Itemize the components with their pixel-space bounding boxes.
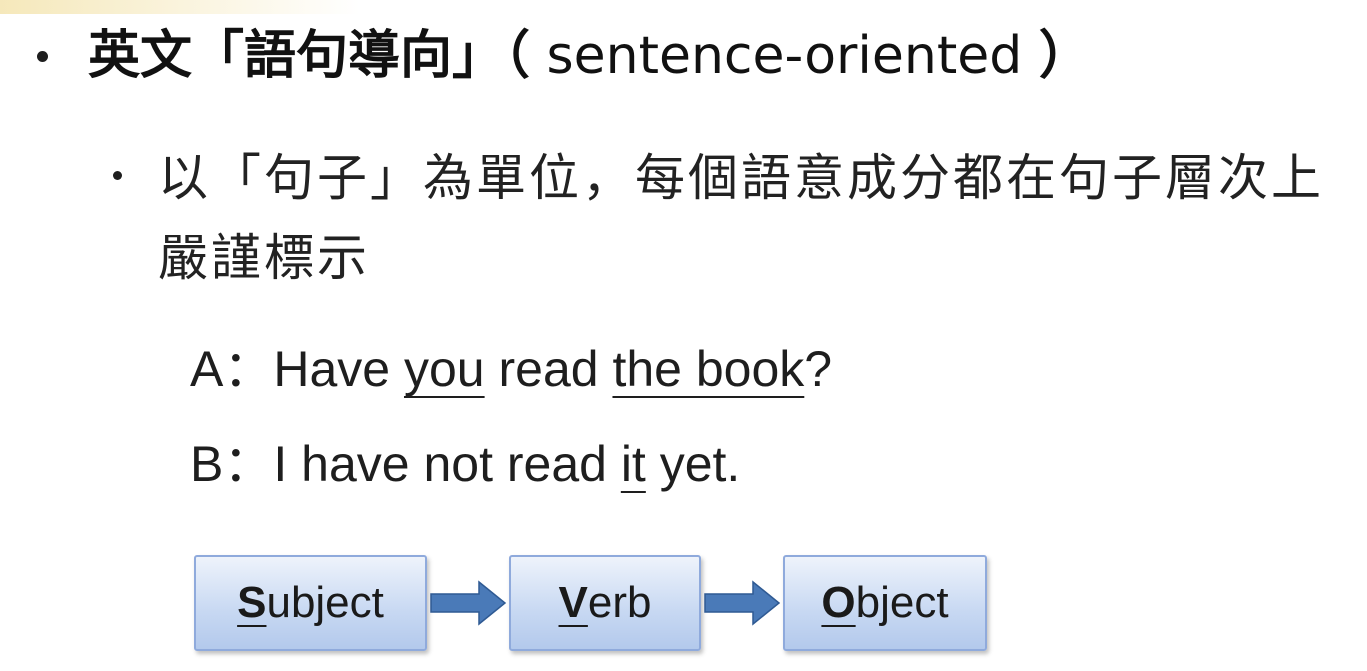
example-b-text-2: yet. [645,436,741,492]
top-decoration [0,0,360,14]
subpoint-text: 以「句子」為單位，每個語意成分都在句子層次上嚴謹標示 [158,149,1324,287]
subject-initial: S [237,578,267,627]
example-a-text-3: ? [804,341,833,397]
slide: 英文「語句導向」（ sentence-oriented ） 以「句子」為單位，每… [0,0,1367,671]
verb-rest: erb [587,578,652,627]
example-b-speaker: B： [190,436,274,492]
object-initial: O [821,578,856,627]
object-rest: bject [855,578,949,627]
heading-latin: sentence-oriented [530,26,1039,86]
svo-flow-diagram: Subject Verb Object [194,555,987,651]
arrow-shape [704,580,781,626]
example-a-underlined-subject: you [403,341,485,397]
heading-close: ） [1038,26,1091,86]
arrow-right-icon [430,580,507,626]
example-a-text-2: read [484,341,613,397]
verb-box: Verb [509,555,701,651]
object-box: Object [783,555,987,651]
example-a-underlined-object: the book [612,341,805,397]
sub-bullet-icon [113,171,122,180]
example-b-underlined-object: it [620,436,646,492]
arrow-right-icon [704,580,781,626]
example-a-text-1: Have [273,341,404,397]
heading-cjk: 英文「語句導向」（ [88,26,531,86]
example-b-text-1: I have not read [273,436,621,492]
subject-box: Subject [194,555,427,651]
subject-rest: ubject [266,578,384,627]
arrow-shape [430,580,507,626]
example-b: B：I have not read it yet. [190,432,740,496]
verb-initial: V [558,578,588,627]
example-a-speaker: A： [190,341,274,397]
example-a: A：Have you read the book? [190,337,832,401]
heading: 英文「語句導向」（ sentence-oriented ） [88,18,1091,94]
bullet-icon [37,51,48,62]
